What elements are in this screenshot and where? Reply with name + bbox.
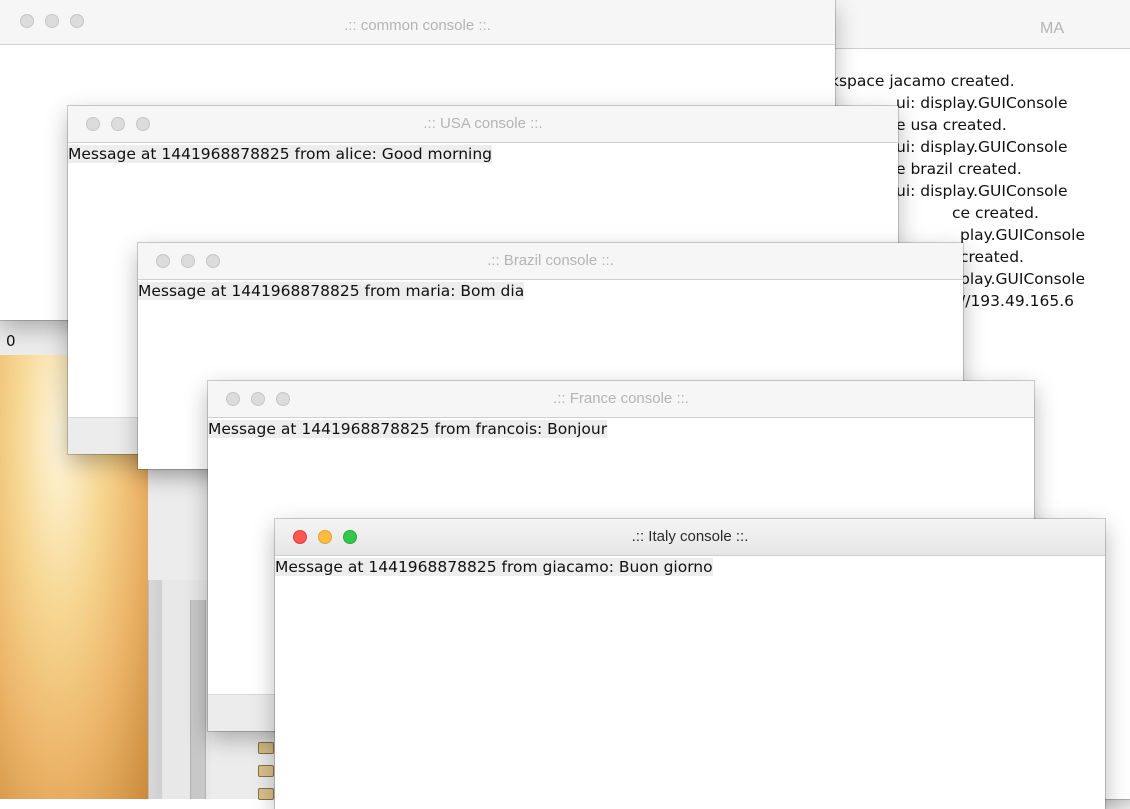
brazil-console-message: Message at 1441968878825 from maria: Bom… bbox=[138, 282, 525, 300]
mas-console-titlebar[interactable]: MA bbox=[800, 0, 1130, 49]
italy-console-titlebar[interactable]: .:: Italy console ::. bbox=[275, 519, 1105, 556]
italy-console-title: .:: Italy console ::. bbox=[631, 528, 749, 545]
italy-console-output: Message at 1441968878825 from giacamo: B… bbox=[275, 556, 1105, 809]
france-console-message: Message at 1441968878825 from francois: … bbox=[208, 420, 608, 438]
background-label: 0 bbox=[6, 332, 16, 350]
mas-console-title: MA bbox=[1040, 20, 1064, 37]
france-console-title: .:: France console ::. bbox=[553, 390, 689, 407]
usa-console-title: .:: USA console ::. bbox=[423, 115, 543, 132]
mas-console-line: kspace jacamo created. bbox=[830, 72, 1015, 90]
france-console-titlebar[interactable]: .:: France console ::. bbox=[208, 381, 1034, 418]
folder-icon bbox=[258, 765, 274, 777]
folder-icon bbox=[258, 788, 274, 800]
usa-console-titlebar[interactable]: .:: USA console ::. bbox=[68, 106, 898, 143]
common-console-titlebar[interactable]: .:: common console ::. bbox=[0, 0, 835, 45]
brazil-console-titlebar[interactable]: .:: Brazil console ::. bbox=[138, 243, 963, 280]
folder-icon bbox=[258, 742, 274, 754]
usa-console-message: Message at 1441968878825 from alice: Goo… bbox=[68, 145, 493, 163]
brazil-console-title: .:: Brazil console ::. bbox=[487, 252, 614, 269]
common-console-title: .:: common console ::. bbox=[344, 17, 491, 34]
background-scrollbar bbox=[190, 600, 206, 799]
italy-console-message: Message at 1441968878825 from giacamo: B… bbox=[275, 558, 713, 576]
italy-console-window[interactable]: .:: Italy console ::. Message at 1441968… bbox=[275, 519, 1105, 809]
